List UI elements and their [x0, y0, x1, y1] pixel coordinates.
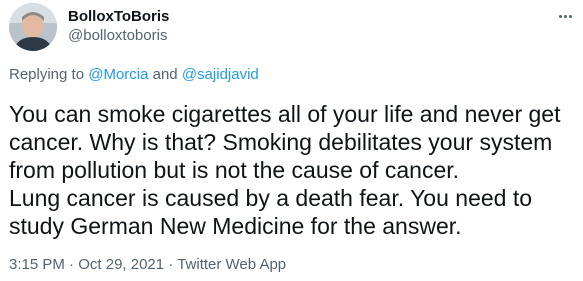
avatar-image [9, 3, 57, 51]
tweet-source[interactable]: Twitter Web App [177, 256, 286, 273]
author-handle[interactable]: @bolloxtoboris [68, 27, 167, 45]
tweet-date[interactable]: Oct 29, 2021 [78, 256, 164, 273]
tweet-time[interactable]: 3:15 PM [9, 256, 65, 273]
mention-link-1[interactable]: @Morcia [88, 66, 148, 83]
tweet-text: You can smoke cigarettes all of your lif… [9, 100, 577, 240]
more-dot-icon [558, 14, 562, 18]
tweet-line: You can smoke cigarettes all of your lif… [9, 101, 561, 127]
author-name[interactable]: BolloxToBoris [68, 8, 169, 26]
more-options-icon[interactable] [554, 8, 576, 24]
more-dot-icon [568, 14, 572, 18]
tweet-line: study German New Medicine for the answer… [9, 213, 462, 239]
replying-conjunction: and [148, 66, 182, 83]
more-dot-icon [563, 14, 567, 18]
replying-prefix: Replying to [9, 66, 89, 83]
tweet-metadata: 3:15 PM · Oct 29, 2021 · Twitter Web App [9, 256, 286, 274]
avatar[interactable] [9, 3, 57, 51]
replying-to: Replying to @Morcia and @sajidjavid [9, 66, 259, 84]
tweet-line: from pollution but is not the cause of c… [9, 157, 460, 183]
tweet-line: Lung cancer is caused by a death fear. Y… [9, 185, 533, 211]
tweet-line: cancer. Why is that? Smoking debilitates… [9, 129, 553, 155]
meta-separator: · [64, 256, 79, 273]
mention-link-2[interactable]: @sajidjavid [182, 66, 259, 83]
meta-separator: · [164, 256, 178, 273]
